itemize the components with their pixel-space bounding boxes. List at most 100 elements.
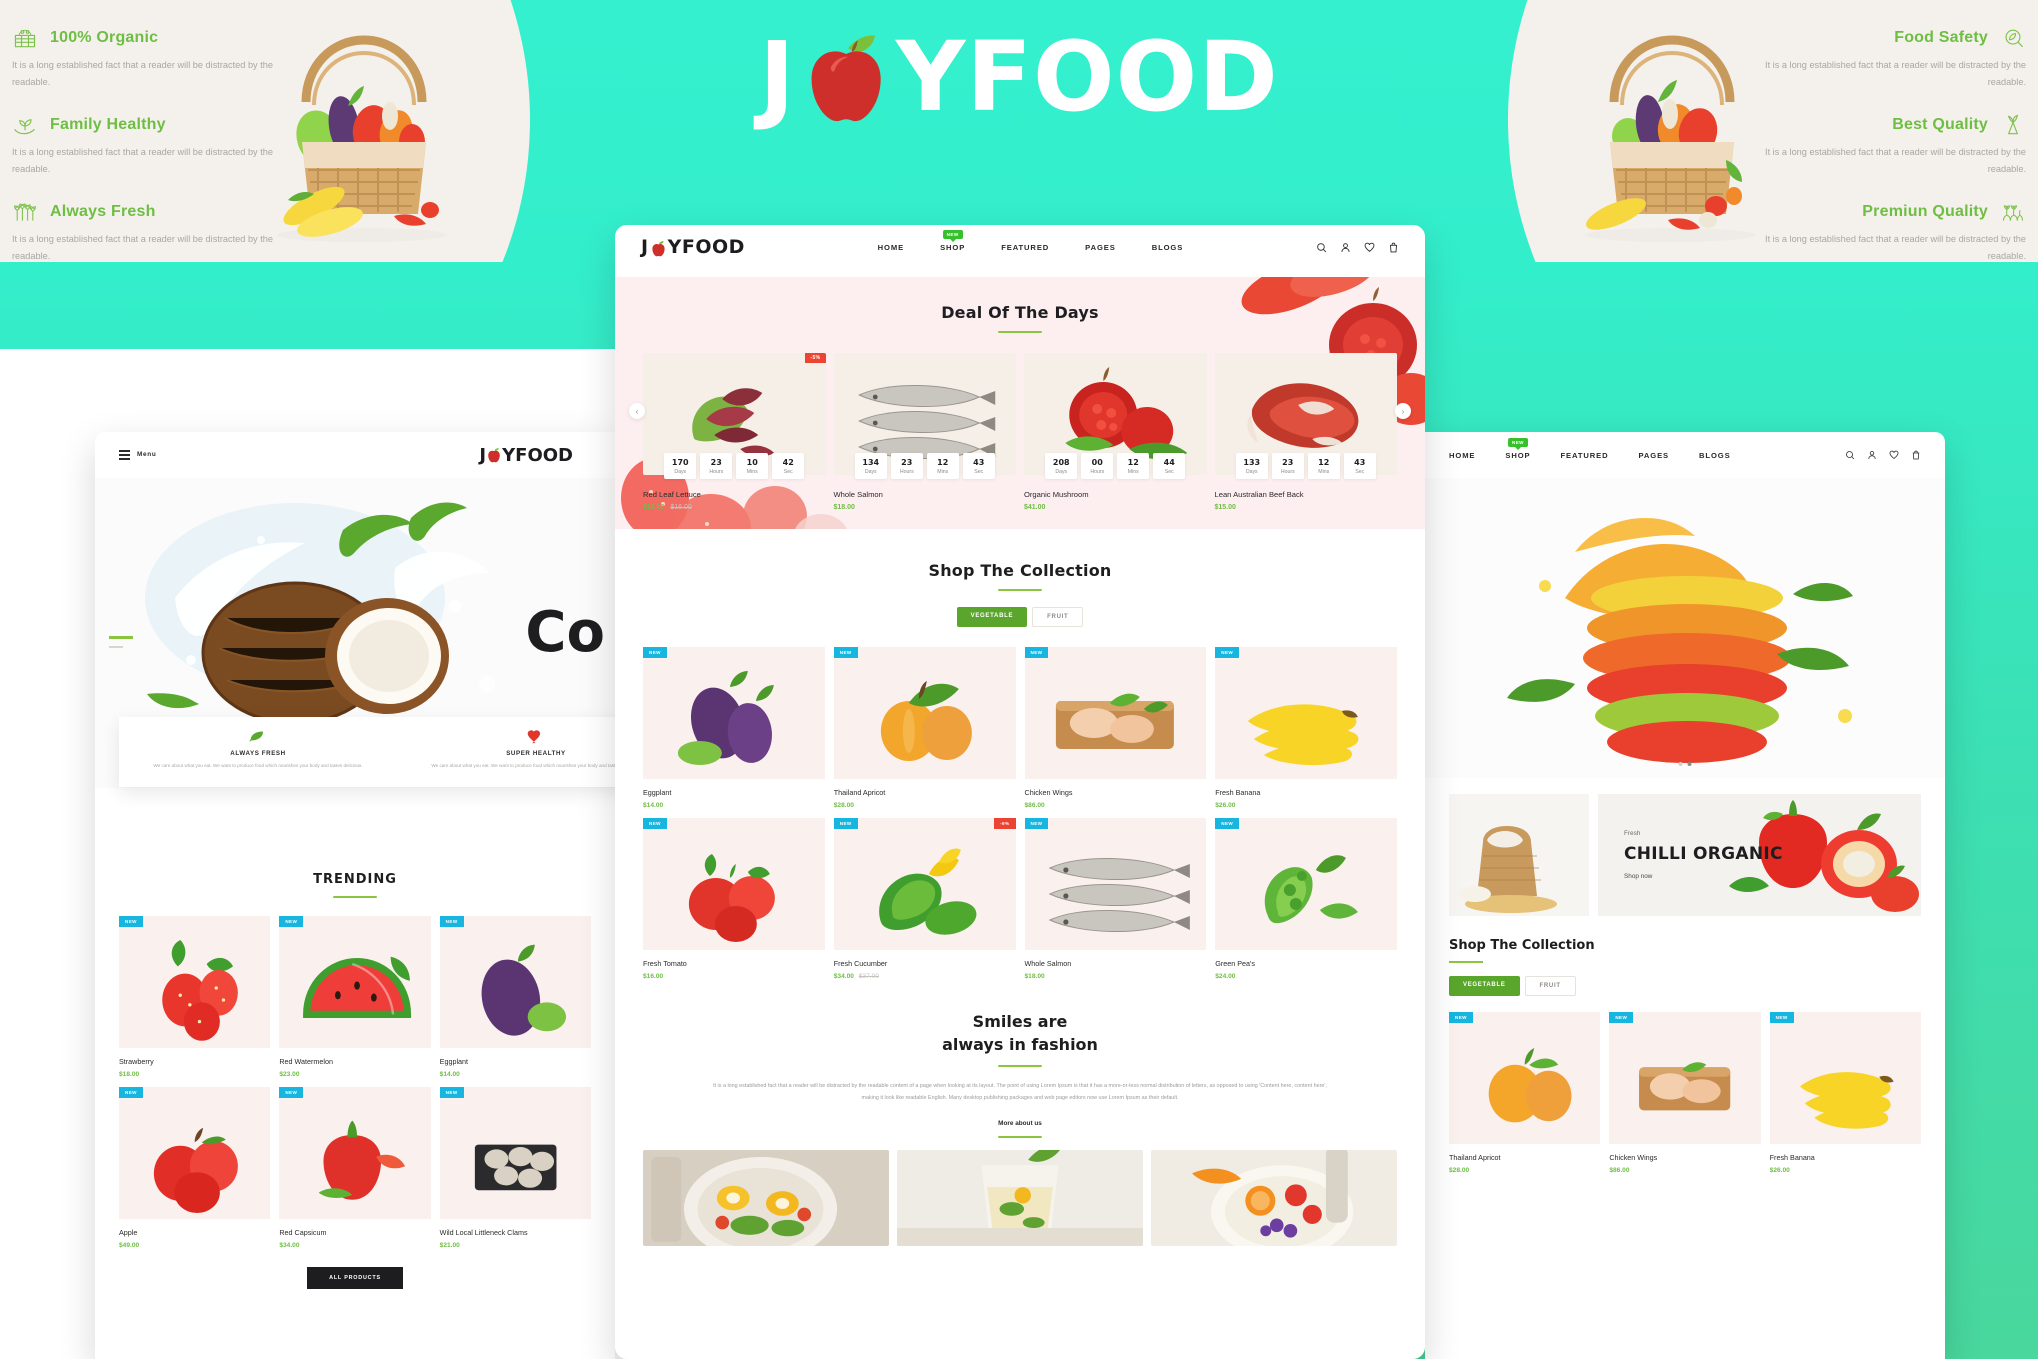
tab-fruit[interactable]: FRUIT <box>1032 607 1084 627</box>
cart-icon[interactable] <box>1911 450 1921 460</box>
nav-item-blogs[interactable]: BLOGS <box>1152 243 1184 252</box>
product-card[interactable]: NEW Eggplant $14.00 <box>439 916 591 1078</box>
nav-item-shop[interactable]: NEW SHOP <box>1505 437 1530 460</box>
promo-eyebrow: Fresh <box>1624 830 1641 837</box>
product-card[interactable]: NEW Fresh Banana $26.00 <box>1215 647 1397 809</box>
product-name: Chicken Wings <box>1024 788 1073 797</box>
feature-title: Food Safety <box>1894 29 1988 46</box>
carousel-prev-button[interactable]: ‹ <box>629 403 645 419</box>
blog-image-drink[interactable] <box>897 1150 1143 1247</box>
hero-dash-secondary <box>109 646 123 648</box>
product-card[interactable]: NEW Thailand Apricot $28.00 <box>1449 1012 1601 1174</box>
smiles-line-2: always in fashion <box>942 1035 1098 1055</box>
blog-image-fruit-bowl[interactable] <box>1151 1150 1397 1247</box>
tab-vegetable[interactable]: VEGETABLE <box>1449 976 1520 996</box>
product-card[interactable]: NEW Strawberry $18.00 <box>119 916 271 1078</box>
all-products-button[interactable]: ALL PRODUCTS <box>307 1267 403 1289</box>
heart-icon[interactable] <box>1364 242 1375 253</box>
info-card-desc: We care about what you eat. We want to p… <box>153 763 363 768</box>
product-card[interactable]: NEW Thailand Apricot $28.00 <box>833 647 1016 809</box>
apple-logo-icon <box>798 29 894 125</box>
trending-title: TRENDING <box>313 872 397 887</box>
nav-item-pages[interactable]: PAGES <box>1639 451 1670 460</box>
collection-title: Shop The Collection <box>928 561 1112 580</box>
nav-item-blogs[interactable]: BLOGS <box>1699 451 1731 460</box>
timer-days: 170 Days <box>664 453 697 479</box>
user-icon[interactable] <box>1340 242 1351 253</box>
center-mock-logo[interactable]: J YFOOD <box>641 236 745 258</box>
new-badge: NEW <box>942 229 963 239</box>
carousel-dot[interactable] <box>1678 762 1683 766</box>
countdown-timer: 134 Days 23 Hours 12 Mins 43 Sec <box>834 453 1017 479</box>
product-image: NEW <box>833 647 1016 779</box>
product-name: Wild Local Littleneck Clams <box>439 1228 528 1237</box>
new-badge: NEW <box>643 647 667 658</box>
product-card[interactable]: NEW Apple $49.00 <box>119 1087 271 1249</box>
blog-image-salad[interactable] <box>643 1150 889 1247</box>
timer-sec: 42 Sec <box>772 453 805 479</box>
product-card[interactable]: NEW Chicken Wings $86.00 <box>1024 647 1207 809</box>
section-title: Shop The Collection <box>1449 938 1595 953</box>
left-mock-logo[interactable]: J YFOOD <box>479 445 573 466</box>
nav-item-home[interactable]: HOME <box>878 243 904 252</box>
new-badge: NEW <box>1769 1012 1794 1023</box>
promo-cta[interactable]: Shop now <box>1624 873 1783 880</box>
product-card[interactable]: NEW Whole Salmon $18.00 <box>1024 818 1207 980</box>
product-image: NEW <box>279 1087 431 1219</box>
vegetable-basket-left-image <box>244 10 474 245</box>
deal-card[interactable]: 134 Days 23 Hours 12 Mins 43 Sec Whole S… <box>833 353 1017 511</box>
heart-icon[interactable] <box>1889 450 1899 460</box>
deal-card[interactable]: -5% 170 Days 23 Hours 10 Mins 42 Sec Red… <box>643 353 826 511</box>
product-name: Thailand Apricot <box>833 788 886 797</box>
product-image: NEW <box>439 916 591 1048</box>
collection-tabs: VEGETABLE FRUIT <box>643 607 1397 627</box>
tab-fruit[interactable]: FRUIT <box>1524 976 1576 996</box>
product-card[interactable]: NEW Fresh Banana $26.00 <box>1769 1012 1921 1174</box>
user-icon[interactable] <box>1867 450 1877 460</box>
product-image: NEW <box>119 916 271 1048</box>
search-icon[interactable] <box>1316 242 1327 253</box>
trending-product-grid: NEW Strawberry $18.00 NEW Red Watermelon… <box>95 898 615 1249</box>
new-badge: NEW <box>833 818 858 829</box>
product-card[interactable]: NEW Chicken Wings $86.00 <box>1609 1012 1761 1174</box>
product-price: $34.00 $37.00 <box>833 973 879 980</box>
search-icon[interactable] <box>1845 450 1855 460</box>
nav-item-pages[interactable]: PAGES <box>1085 243 1116 252</box>
deal-card[interactable]: 208 Days 00 Hours 12 Mins 44 Sec Organic… <box>1024 353 1207 511</box>
deal-card[interactable]: 133 Days 23 Hours 12 Mins 43 Sec Lean Au… <box>1214 353 1397 511</box>
nav-item-home[interactable]: HOME <box>1449 451 1475 460</box>
feature-title: Always Fresh <box>50 203 156 221</box>
nav-item-featured[interactable]: FEATURED <box>1561 451 1609 460</box>
product-card[interactable]: NEW Red Watermelon $23.00 <box>279 916 431 1078</box>
product-card[interactable]: NEW Eggplant $14.00 <box>643 647 825 809</box>
leaf-icon <box>141 728 375 744</box>
product-card[interactable]: NEW Green Pea's $24.00 <box>1215 818 1397 980</box>
nav-item-featured[interactable]: FEATURED <box>1001 243 1049 252</box>
logo-text-right: YFOOD <box>667 236 745 258</box>
product-name: Whole Salmon <box>1024 959 1072 968</box>
new-badge: NEW <box>439 916 464 927</box>
product-card[interactable]: NEW Wild Local Littleneck Clams $21.00 <box>439 1087 591 1249</box>
cart-icon[interactable] <box>1388 242 1399 253</box>
product-card[interactable]: NEW Fresh Tomato $16.00 <box>643 818 825 980</box>
product-price: $28.00 <box>833 802 854 809</box>
smiles-underline <box>998 1065 1042 1068</box>
promo-chilli-banner[interactable]: Fresh CHILLI ORGANIC Shop now <box>1598 794 1921 916</box>
tab-vegetable[interactable]: VEGETABLE <box>956 607 1028 627</box>
product-image: NEW <box>119 1087 271 1219</box>
new-badge: NEW <box>1507 437 1528 447</box>
smiles-line-1: Smiles are <box>972 1012 1068 1031</box>
wheat-icon <box>12 200 38 224</box>
hand-plant-icon <box>12 113 38 137</box>
more-about-us-link[interactable]: More about us <box>675 1120 1365 1127</box>
center-browser-mockup: J YFOOD HOME NEW SHOP FEATURED PAGES BLO… <box>615 225 1425 1359</box>
left-info-card-strip: ALWAYS FRESH We care about what you eat.… <box>119 717 615 787</box>
carousel-dot-active[interactable] <box>1687 762 1692 766</box>
product-card[interactable]: NEW -9% Fresh Cucumber $34.00 $37.00 <box>833 818 1016 980</box>
menu-button[interactable]: Menu <box>119 450 157 460</box>
nav-item-shop[interactable]: NEW SHOP <box>940 229 965 252</box>
timer-mins: 12 Mins <box>1307 453 1340 479</box>
carousel-next-button[interactable]: › <box>1395 403 1411 419</box>
product-card[interactable]: NEW Red Capsicum $34.00 <box>279 1087 431 1249</box>
deal-product-price: $15.00 $16.00 <box>643 504 692 511</box>
